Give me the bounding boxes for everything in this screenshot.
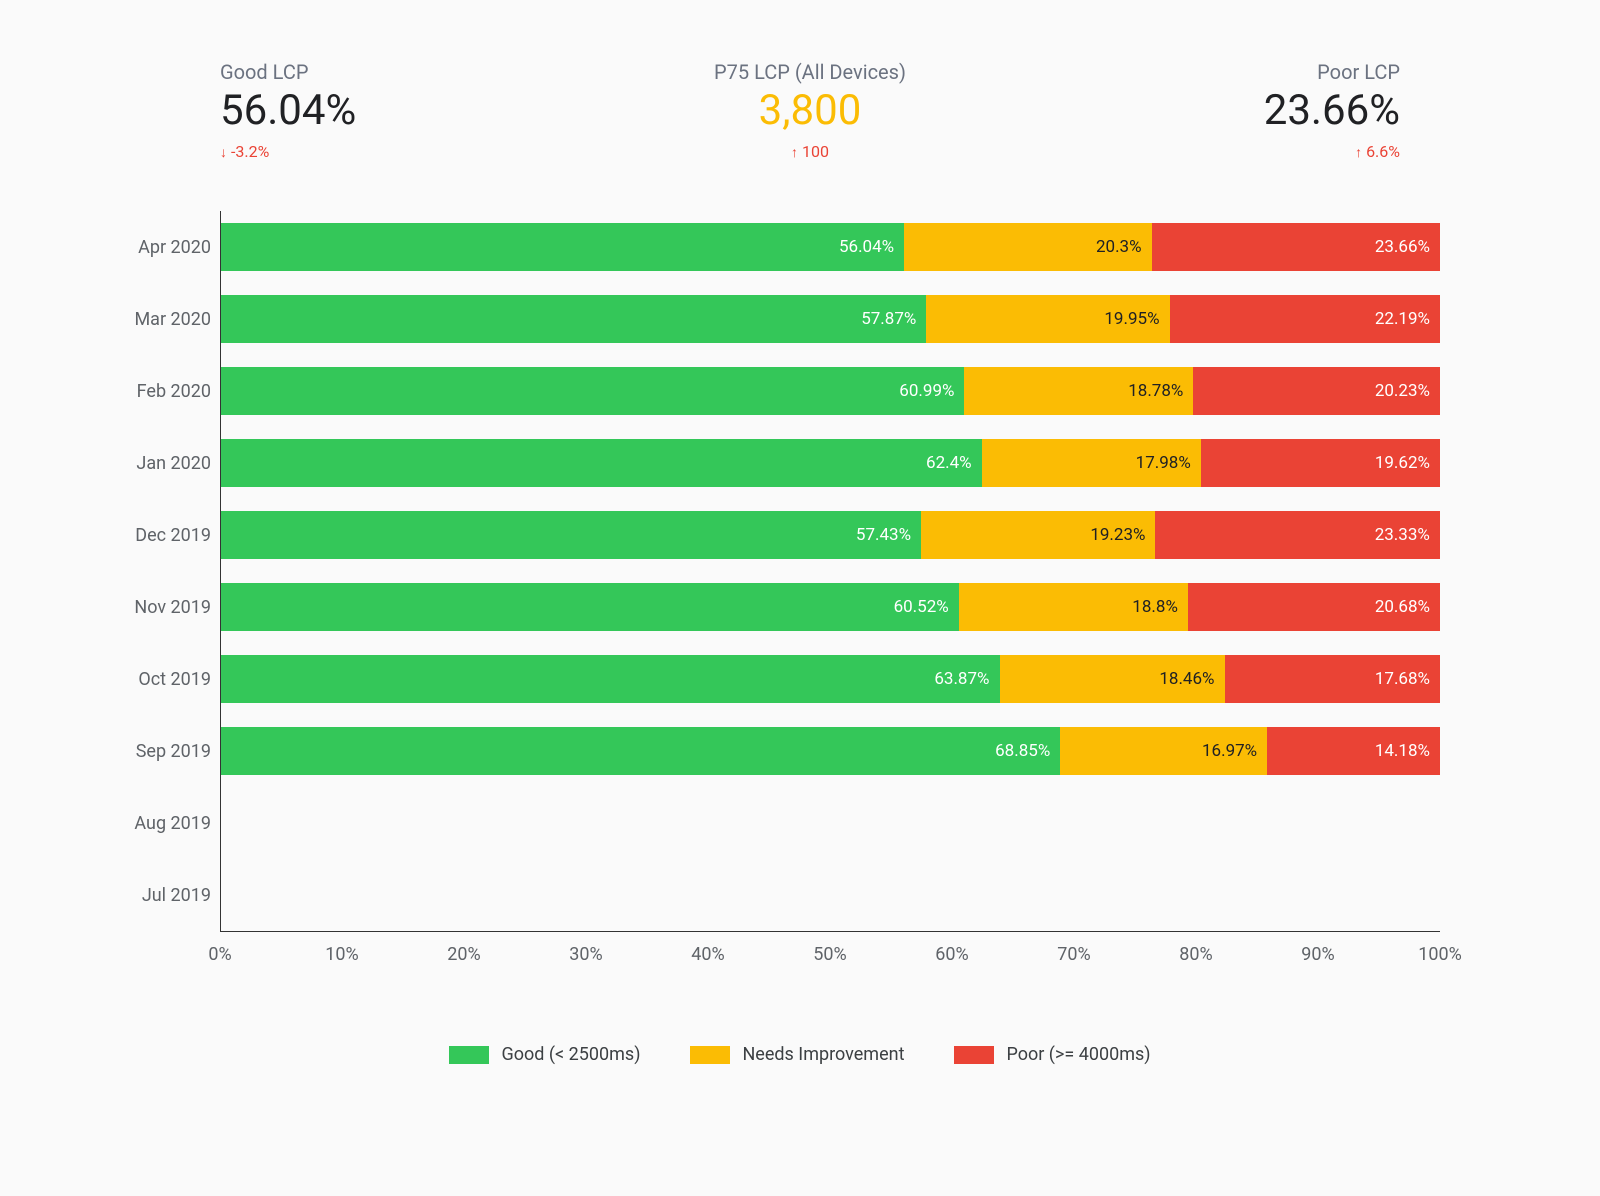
row-label: Jan 2020	[91, 453, 211, 474]
metric-value: 3,800	[759, 86, 862, 136]
bar-segment-poor: 23.33%	[1155, 511, 1439, 559]
bar-segment-good: 57.43%	[221, 511, 921, 559]
legend-label: Needs Improvement	[742, 1044, 904, 1065]
metric-poor-lcp: Poor LCP 23.66% 6.6%	[1264, 60, 1400, 161]
bar-segment-needs-improvement: 20.3%	[904, 223, 1151, 271]
chart-row: Mar 202057.87%19.95%22.19%	[221, 283, 1440, 355]
row-label: Sep 2019	[91, 741, 211, 762]
legend-item-poor: Poor (>= 4000ms)	[954, 1044, 1150, 1065]
legend-item-needs-improvement: Needs Improvement	[690, 1044, 904, 1065]
x-axis-tick: 100%	[1418, 944, 1462, 965]
bar-container: 57.87%19.95%22.19%	[221, 295, 1440, 343]
metric-label: Poor LCP	[1317, 60, 1400, 84]
bar-container	[221, 799, 1440, 847]
bar-segment-poor: 14.18%	[1267, 727, 1440, 775]
bar-container: 68.85%16.97%14.18%	[221, 727, 1440, 775]
row-label: Nov 2019	[91, 597, 211, 618]
lcp-distribution-chart: Apr 202056.04%20.3%23.66%Mar 202057.87%1…	[220, 211, 1440, 974]
arrow-up-icon	[791, 142, 798, 161]
x-axis-tick: 80%	[1179, 944, 1212, 965]
legend-swatch	[449, 1046, 489, 1064]
row-label: Apr 2020	[91, 237, 211, 258]
bar-segment-needs-improvement: 19.95%	[926, 295, 1169, 343]
bar-segment-needs-improvement: 19.23%	[921, 511, 1155, 559]
arrow-down-icon	[220, 142, 227, 161]
bar-segment-needs-improvement: 18.46%	[1000, 655, 1225, 703]
chart-row: Aug 2019	[221, 787, 1440, 859]
x-axis-tick: 60%	[935, 944, 968, 965]
delta-value: -3.2%	[231, 142, 269, 161]
arrow-up-icon	[1355, 142, 1362, 161]
bar-segment-poor: 22.19%	[1170, 295, 1440, 343]
row-label: Feb 2020	[91, 381, 211, 402]
x-axis-tick: 30%	[569, 944, 602, 965]
bar-segment-poor: 23.66%	[1152, 223, 1440, 271]
bar-container: 60.99%18.78%20.23%	[221, 367, 1440, 415]
chart-row: Jan 202062.4%17.98%19.62%	[221, 427, 1440, 499]
row-label: Jul 2019	[91, 885, 211, 906]
chart-row: Jul 2019	[221, 859, 1440, 931]
bar-segment-good: 63.87%	[221, 655, 1000, 703]
chart-row: Dec 201957.43%19.23%23.33%	[221, 499, 1440, 571]
bar-segment-poor: 20.23%	[1193, 367, 1440, 415]
row-label: Aug 2019	[91, 813, 211, 834]
chart-row: Apr 202056.04%20.3%23.66%	[221, 211, 1440, 283]
bar-segment-good: 57.87%	[221, 295, 926, 343]
bar-container: 60.52%18.8%20.68%	[221, 583, 1440, 631]
metrics-summary: Good LCP 56.04% -3.2% P75 LCP (All Devic…	[80, 60, 1520, 161]
metric-p75-lcp: P75 LCP (All Devices) 3,800 100	[714, 60, 906, 161]
bar-segment-good: 60.52%	[221, 583, 959, 631]
bar-segment-poor: 19.62%	[1201, 439, 1440, 487]
row-label: Oct 2019	[91, 669, 211, 690]
x-axis-tick: 90%	[1301, 944, 1334, 965]
chart-legend: Good (< 2500ms) Needs Improvement Poor (…	[80, 1044, 1520, 1065]
bar-container	[221, 871, 1440, 919]
bar-segment-good: 60.99%	[221, 367, 964, 415]
legend-swatch	[690, 1046, 730, 1064]
bar-segment-poor: 20.68%	[1188, 583, 1440, 631]
chart-row: Nov 201960.52%18.8%20.68%	[221, 571, 1440, 643]
metric-delta: -3.2%	[220, 142, 269, 161]
delta-value: 100	[802, 142, 829, 161]
x-axis-tick: 40%	[691, 944, 724, 965]
delta-value: 6.6%	[1366, 142, 1400, 161]
bar-segment-needs-improvement: 18.78%	[964, 367, 1193, 415]
legend-label: Good (< 2500ms)	[501, 1044, 640, 1065]
metric-delta: 100	[791, 142, 829, 161]
bar-segment-good: 68.85%	[221, 727, 1060, 775]
metric-value: 23.66%	[1264, 86, 1400, 136]
bar-segment-needs-improvement: 18.8%	[959, 583, 1188, 631]
x-axis: 0%10%20%30%40%50%60%70%80%90%100%	[220, 944, 1440, 974]
metric-value: 56.04%	[220, 86, 356, 136]
bar-container: 56.04%20.3%23.66%	[221, 223, 1440, 271]
bar-segment-poor: 17.68%	[1225, 655, 1441, 703]
x-axis-tick: 20%	[447, 944, 480, 965]
bar-container: 63.87%18.46%17.68%	[221, 655, 1440, 703]
metric-label: P75 LCP (All Devices)	[714, 60, 906, 84]
legend-swatch	[954, 1046, 994, 1064]
bar-segment-needs-improvement: 16.97%	[1060, 727, 1267, 775]
bar-segment-good: 62.4%	[221, 439, 982, 487]
chart-row: Feb 202060.99%18.78%20.23%	[221, 355, 1440, 427]
bar-container: 57.43%19.23%23.33%	[221, 511, 1440, 559]
metric-label: Good LCP	[220, 60, 308, 84]
x-axis-tick: 10%	[325, 944, 358, 965]
bar-segment-needs-improvement: 17.98%	[982, 439, 1201, 487]
legend-label: Poor (>= 4000ms)	[1006, 1044, 1150, 1065]
row-label: Dec 2019	[91, 525, 211, 546]
metric-good-lcp: Good LCP 56.04% -3.2%	[220, 60, 356, 161]
x-axis-tick: 70%	[1057, 944, 1090, 965]
row-label: Mar 2020	[91, 309, 211, 330]
chart-body: Apr 202056.04%20.3%23.66%Mar 202057.87%1…	[220, 211, 1440, 932]
bar-container: 62.4%17.98%19.62%	[221, 439, 1440, 487]
legend-item-good: Good (< 2500ms)	[449, 1044, 640, 1065]
chart-row: Oct 201963.87%18.46%17.68%	[221, 643, 1440, 715]
metric-delta: 6.6%	[1355, 142, 1400, 161]
bar-segment-good: 56.04%	[221, 223, 904, 271]
x-axis-tick: 0%	[208, 944, 231, 965]
x-axis-tick: 50%	[813, 944, 846, 965]
chart-row: Sep 201968.85%16.97%14.18%	[221, 715, 1440, 787]
